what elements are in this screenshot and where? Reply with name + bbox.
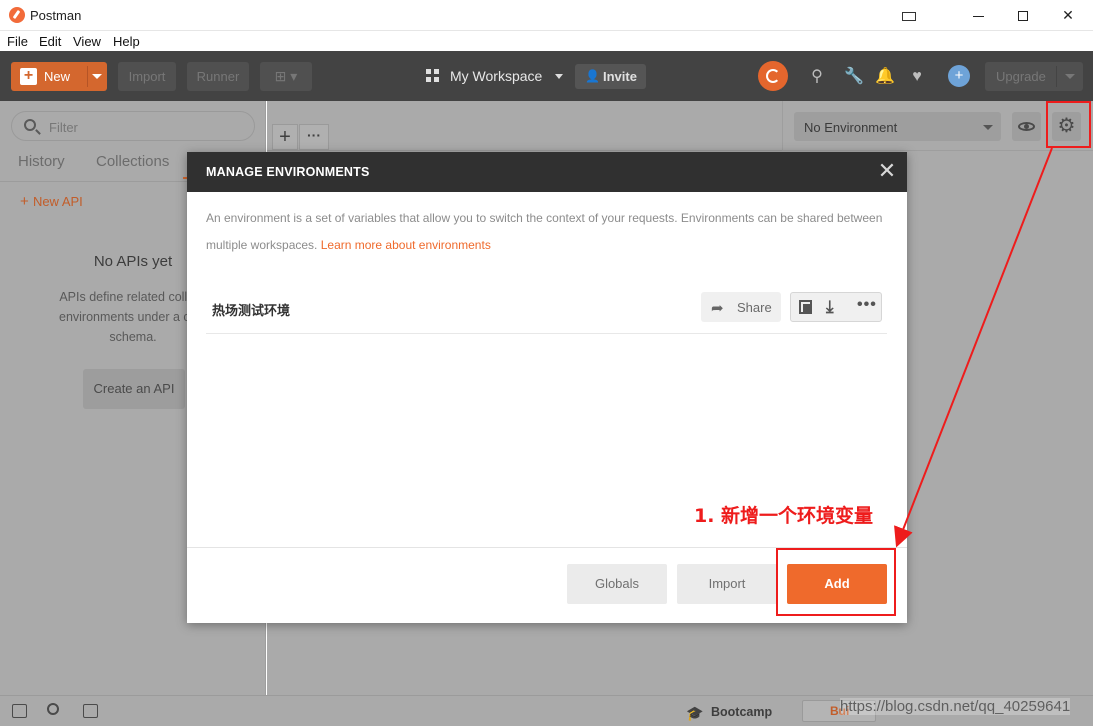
new-api-label: New API xyxy=(32,194,83,209)
plus-icon: + xyxy=(20,193,33,210)
annotation-box-gear xyxy=(1046,101,1091,148)
menu-help[interactable]: Help xyxy=(113,34,140,49)
user-avatar[interactable]: + xyxy=(948,65,970,87)
invite-button[interactable]: 👤 Invite xyxy=(575,64,646,89)
share-button[interactable]: ➦ Share xyxy=(701,292,781,322)
new-window-button[interactable]: ⊞ ▾ xyxy=(260,62,312,91)
more-options-icon[interactable]: ••• xyxy=(857,296,877,314)
environment-select[interactable]: No Environment xyxy=(794,112,1001,141)
upgrade-label: Upgrade xyxy=(996,69,1046,84)
chevron-down-icon xyxy=(983,125,993,130)
workspace-selector[interactable]: My Workspace xyxy=(450,68,542,84)
window-title: Postman xyxy=(30,8,82,23)
filter-placeholder: Filter xyxy=(49,120,78,135)
console-icon[interactable] xyxy=(83,704,98,718)
add-tab-button[interactable]: + xyxy=(272,124,298,150)
workspace-grid-icon xyxy=(426,69,439,82)
modal-title: MANAGE ENVIRONMENTS xyxy=(206,165,370,179)
modal-description: An environment is a set of variables tha… xyxy=(206,205,896,259)
minimize-button[interactable] xyxy=(955,0,1001,31)
satellite-icon[interactable]: ⚲ xyxy=(808,68,826,86)
chevron-down-icon[interactable] xyxy=(92,74,102,79)
new-window-icon: ⊞ ▾ xyxy=(274,68,298,84)
watermark-text: https://blog.csdn.net/qq_40259641 xyxy=(840,698,1071,715)
search-icon xyxy=(24,119,36,131)
globals-button[interactable]: Globals xyxy=(567,564,667,604)
description-text: An environment is a set of variables tha… xyxy=(206,211,883,252)
add-user-icon: 👤 xyxy=(585,69,600,83)
find-icon[interactable] xyxy=(47,703,59,715)
maximize-icon xyxy=(1018,11,1028,22)
sync-status-icon[interactable] xyxy=(758,61,788,91)
status-bar: 🎓 Bootcamp Bui https://blog.csdn.net/qq_… xyxy=(0,695,1093,726)
menu-bar: File Edit View Help xyxy=(0,31,1093,51)
menu-view[interactable]: View xyxy=(73,34,101,49)
postman-logo-icon xyxy=(9,7,25,23)
tablet-mode-icon xyxy=(902,11,916,21)
close-icon[interactable]: ✕ xyxy=(877,160,897,182)
upgrade-divider xyxy=(1056,66,1057,87)
postman-window: Postman ✕ File Edit View Help + New Impo… xyxy=(0,0,1093,726)
bootcamp-icon: 🎓 xyxy=(686,705,704,721)
new-api-button[interactable]: + New API xyxy=(20,193,83,210)
menu-file[interactable]: File xyxy=(7,34,28,49)
close-icon: ✕ xyxy=(1062,7,1074,23)
upgrade-chevron-down-icon[interactable] xyxy=(1065,74,1075,79)
learn-more-link[interactable]: Learn more about environments xyxy=(321,238,491,252)
menu-edit[interactable]: Edit xyxy=(39,34,61,49)
new-button-divider xyxy=(87,66,88,87)
eye-icon xyxy=(1018,122,1035,131)
bootcamp-link[interactable]: Bootcamp xyxy=(711,705,772,719)
share-icon: ➦ xyxy=(711,300,724,317)
maximize-button[interactable] xyxy=(1000,0,1046,31)
more-tabs-button[interactable]: ··· xyxy=(299,124,329,150)
import-button[interactable]: Import xyxy=(118,62,176,91)
new-button[interactable]: + New xyxy=(11,62,107,91)
create-api-button[interactable]: Create an API xyxy=(83,369,185,409)
annotation-text: 1. 新增一个环境变量 xyxy=(694,505,874,527)
header-toolbar: + New Import Runner ⊞ ▾ My Workspace 👤 I… xyxy=(0,51,1093,101)
share-label: Share xyxy=(737,300,772,315)
minimize-icon xyxy=(972,15,984,17)
tab-collections[interactable]: Collections xyxy=(96,153,169,170)
wrench-icon[interactable]: 🔧 xyxy=(844,68,864,86)
notification-bell-icon[interactable]: 🔔 xyxy=(875,68,895,86)
environment-actions: ⤓ ••• xyxy=(790,292,882,322)
filter-input[interactable]: Filter xyxy=(11,111,255,141)
upgrade-button[interactable]: Upgrade xyxy=(985,62,1083,91)
environment-quick-look-button[interactable] xyxy=(1012,112,1041,141)
duplicate-icon[interactable] xyxy=(799,300,812,314)
runner-button[interactable]: Runner xyxy=(187,62,249,91)
modal-header: MANAGE ENVIRONMENTS ✕ xyxy=(187,152,907,192)
annotation-box-add xyxy=(776,548,896,616)
invite-label: Invite xyxy=(603,69,637,84)
tab-history[interactable]: History xyxy=(18,153,65,170)
import-environment-button[interactable]: Import xyxy=(677,564,777,604)
environment-name[interactable]: 热场测试环境 xyxy=(212,300,290,319)
window-mode-button[interactable] xyxy=(886,0,932,31)
close-window-button[interactable]: ✕ xyxy=(1045,0,1091,31)
toggle-sidebar-icon[interactable] xyxy=(12,704,27,718)
download-icon[interactable]: ⤓ xyxy=(826,297,834,317)
tab-row-divider xyxy=(267,150,782,151)
plus-icon: + xyxy=(20,68,37,85)
title-bar: Postman ✕ xyxy=(0,0,1093,31)
new-button-label: New xyxy=(44,69,71,84)
heart-icon[interactable]: ♥ xyxy=(908,68,926,86)
environment-selected-value: No Environment xyxy=(804,120,898,135)
environment-row[interactable]: 热场测试环境 ➦ Share ⤓ ••• xyxy=(206,289,887,334)
workspace-chevron-down-icon[interactable] xyxy=(555,74,563,79)
